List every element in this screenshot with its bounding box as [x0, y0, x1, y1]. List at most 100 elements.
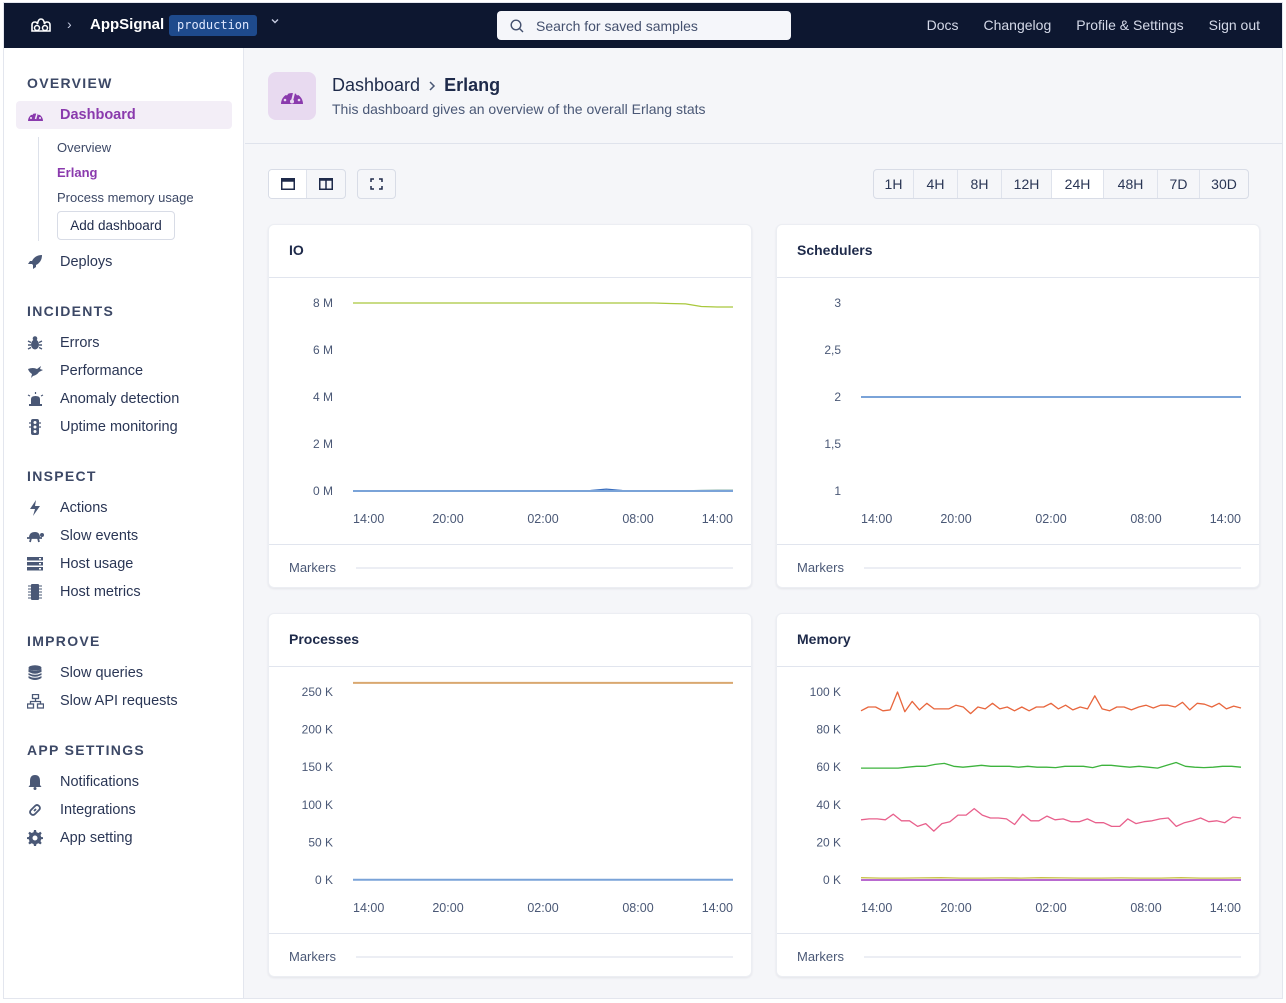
- time-range-48h[interactable]: 48H: [1104, 170, 1158, 198]
- y-tick-label: 0 K: [315, 873, 333, 887]
- sidebar-item-label: Slow API requests: [60, 693, 178, 709]
- section-title-overview: OVERVIEW: [27, 75, 113, 91]
- sidebar-item-app-setting[interactable]: App setting: [16, 824, 232, 852]
- x-tick-label: 20:00: [940, 901, 971, 915]
- main-content: Dashboard Erlang This dashboard gives an…: [245, 48, 1282, 998]
- y-tick-label: 1: [834, 484, 841, 498]
- app-name[interactable]: AppSignal: [90, 16, 164, 33]
- section-title-improve: IMPROVE: [27, 633, 101, 649]
- time-range-7d[interactable]: 7D: [1158, 170, 1200, 198]
- chevron-right-icon: ›: [67, 16, 72, 32]
- sidebar-item-slow-queries[interactable]: Slow queries: [16, 659, 232, 687]
- x-tick-label: 02:00: [1035, 512, 1066, 526]
- add-dashboard-button[interactable]: Add dashboard: [57, 211, 175, 240]
- profile-settings-link[interactable]: Profile & Settings: [1076, 17, 1183, 33]
- time-range-4h[interactable]: 4H: [914, 170, 958, 198]
- x-tick-label: 02:00: [527, 512, 558, 526]
- sidebar-item-integrations[interactable]: Integrations: [16, 796, 232, 824]
- fullscreen-icon: [370, 178, 383, 190]
- sidebar-item-performance[interactable]: Performance: [16, 357, 232, 385]
- submenu-guide-line: [38, 137, 39, 241]
- markers-track[interactable]: [864, 956, 1241, 958]
- time-range-1h[interactable]: 1H: [874, 170, 914, 198]
- sidebar-item-host-metrics[interactable]: Host metrics: [16, 578, 232, 606]
- sidebar-item-deploys[interactable]: Deploys: [16, 248, 232, 276]
- x-tick-label: 08:00: [1130, 512, 1161, 526]
- sidebar-item-slow-api-requests[interactable]: Slow API requests: [16, 687, 232, 715]
- sidebar-item-slow-events[interactable]: Slow events: [16, 522, 232, 550]
- sign-out-link[interactable]: Sign out: [1209, 17, 1260, 33]
- memory-chart[interactable]: 0 K 20 K 40 K 60 K 80 K 100 K 14:00 20:00 02:00 0…: [777, 667, 1261, 933]
- sidebar-item-host-usage[interactable]: Host usage: [16, 550, 232, 578]
- chart-title: Processes: [289, 631, 360, 647]
- sidebar-item-uptime-monitoring[interactable]: Uptime monitoring: [16, 413, 232, 441]
- markers-label: Markers: [289, 560, 336, 575]
- y-tick-label: 60 K: [816, 760, 841, 774]
- markers-track[interactable]: [356, 567, 733, 569]
- section-title-inspect: INSPECT: [27, 468, 97, 484]
- search-input[interactable]: [536, 17, 776, 34]
- environment-badge[interactable]: production: [169, 15, 258, 36]
- y-tick-label: 3: [834, 296, 841, 310]
- series-line-io-1[interactable]: [353, 302, 733, 308]
- two-column-layout-button[interactable]: [307, 170, 345, 198]
- schedulers-chart[interactable]: 1 1,5 2 2,5 3 14:00 20:00 02:00 08:00 14:00: [777, 278, 1261, 544]
- docs-link[interactable]: Docs: [927, 17, 959, 33]
- markers-label: Markers: [289, 949, 336, 964]
- dashboard-gauge-icon: [26, 107, 44, 123]
- y-tick-label: 4 M: [313, 390, 333, 404]
- chart-card-memory: Memory 0 K 20 K 40 K 60 K 80 K 100 K 14:00 20:0…: [776, 613, 1260, 977]
- sidebar-item-label: Slow events: [60, 528, 139, 544]
- search-box[interactable]: [497, 11, 791, 40]
- markers-track[interactable]: [356, 956, 733, 958]
- appsignal-logo-icon[interactable]: [30, 16, 52, 34]
- traffic-light-icon: [26, 419, 44, 435]
- dashboard-link-overview[interactable]: Overview: [57, 140, 111, 155]
- time-range-12h[interactable]: 12H: [1002, 170, 1052, 198]
- x-tick-label: 14:00: [702, 901, 733, 915]
- series-line-mem-3[interactable]: [860, 807, 1242, 832]
- fullscreen-button[interactable]: [358, 170, 395, 198]
- chip-icon: [26, 584, 44, 600]
- time-range-24h[interactable]: 24H: [1052, 170, 1104, 198]
- top-links: Docs Changelog Profile & Settings Sign o…: [927, 17, 1260, 33]
- sidebar-item-label: Deploys: [60, 254, 113, 270]
- dashboard-link-erlang[interactable]: Erlang: [57, 165, 97, 180]
- y-tick-label: 100 K: [810, 685, 841, 699]
- sidebar-item-dashboard[interactable]: Dashboard: [16, 101, 232, 129]
- layout-toggle-group: [268, 169, 346, 199]
- y-tick-label: 1,5: [824, 437, 841, 451]
- series-line-mem-1[interactable]: [860, 691, 1242, 715]
- search-icon: [510, 18, 524, 32]
- sidebar-item-errors[interactable]: Errors: [16, 329, 232, 357]
- rocket-icon: [26, 254, 44, 270]
- time-range-30d[interactable]: 30D: [1200, 170, 1248, 198]
- series-line-mem-2[interactable]: [861, 761, 1242, 769]
- sidebar-item-anomaly-detection[interactable]: Anomaly detection: [16, 385, 232, 413]
- x-tick-label: 14:00: [1210, 512, 1241, 526]
- sidebar-item-actions[interactable]: Actions: [16, 494, 232, 522]
- x-tick-label: 14:00: [353, 901, 384, 915]
- x-tick-label: 02:00: [1035, 901, 1066, 915]
- processes-chart[interactable]: 0 K 50 K 100 K 150 K 200 K 250 K 14:00 20:00 02:…: [269, 667, 753, 933]
- y-tick-label: 20 K: [816, 835, 841, 849]
- io-chart[interactable]: 0 M 2 M 4 M 6 M 8 M 14:00 20:00 02:00 08:00 14:00: [269, 278, 753, 544]
- network-icon: [26, 693, 44, 709]
- single-column-layout-button[interactable]: [269, 170, 307, 198]
- y-tick-label: 2: [834, 390, 841, 404]
- sidebar-item-label: Anomaly detection: [60, 391, 180, 407]
- dashboard-link-process-memory[interactable]: Process memory usage: [57, 190, 194, 205]
- lightning-icon: [26, 500, 44, 516]
- breadcrumb-parent[interactable]: Dashboard: [332, 75, 420, 96]
- markers-track[interactable]: [864, 567, 1241, 569]
- time-range-8h[interactable]: 8H: [958, 170, 1002, 198]
- chevron-down-icon[interactable]: [270, 15, 280, 29]
- app-window: › AppSignal production Docs Changelog Pr…: [3, 2, 1283, 999]
- sidebar-item-notifications[interactable]: Notifications: [16, 768, 232, 796]
- link-icon: [26, 802, 44, 818]
- chevron-right-icon: [429, 80, 436, 91]
- changelog-link[interactable]: Changelog: [984, 17, 1052, 33]
- sidebar-item-label: Host metrics: [60, 584, 141, 600]
- chart-card-io: IO 0 M 2 M 4 M 6 M 8 M 14:00 20:00 02:00 08:00 14…: [268, 224, 752, 588]
- database-icon: [26, 665, 44, 681]
